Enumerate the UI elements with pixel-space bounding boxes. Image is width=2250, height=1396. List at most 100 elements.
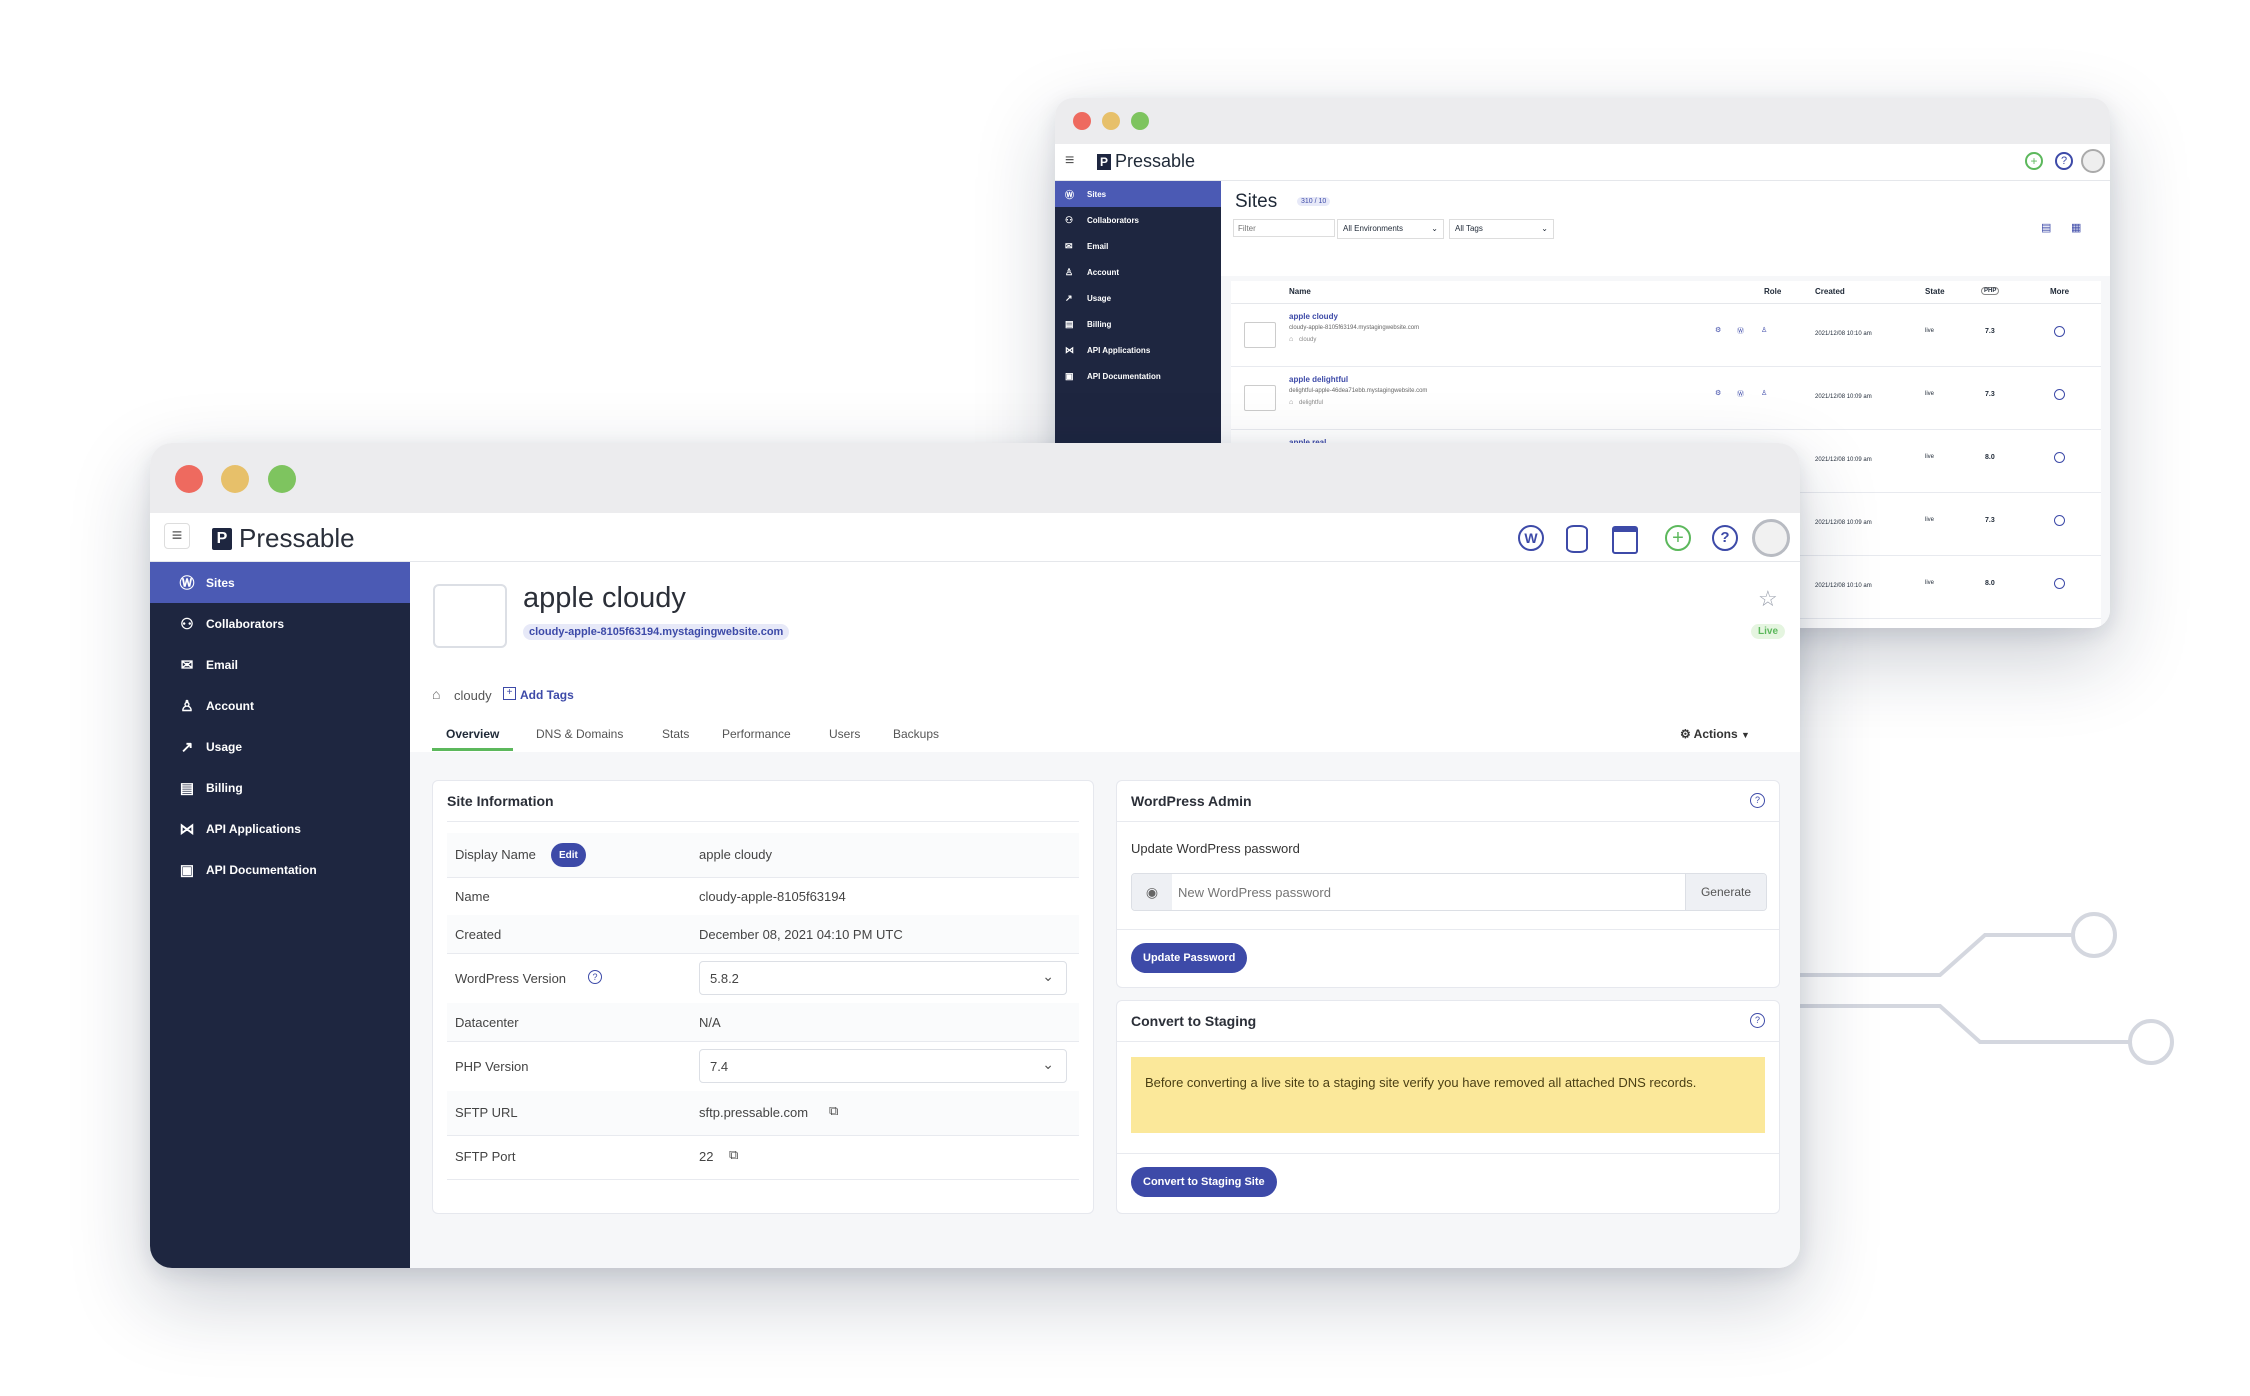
document-icon: ▤	[179, 779, 195, 797]
col-state[interactable]: State	[1925, 287, 1945, 296]
col-more[interactable]: More	[2050, 287, 2069, 296]
row-value: cloudy-apple-8105f63194	[699, 889, 846, 904]
list-view-icon[interactable]: ▤	[2041, 221, 2051, 234]
more-icon[interactable]	[2054, 389, 2065, 400]
count-badge: 310 / 10	[1297, 197, 1331, 206]
back-nav-usage[interactable]: ↗ Usage	[1055, 285, 1221, 311]
tab-stats[interactable]: Stats	[662, 720, 689, 748]
back-nav-billing[interactable]: ▤ Billing	[1055, 311, 1221, 337]
environment-select[interactable]: All Environments ⌄	[1337, 219, 1444, 239]
grid-view-icon[interactable]: ▦	[2071, 221, 2081, 234]
tags-select[interactable]: All Tags ⌄	[1449, 219, 1554, 239]
nav-api-applications[interactable]: ⋈ API Applications	[150, 808, 410, 849]
col-created[interactable]: Created	[1815, 287, 1845, 296]
help-icon[interactable]: ?	[2055, 152, 2073, 170]
user-icon[interactable]: ♙	[1761, 326, 1767, 334]
tab-dns-domains[interactable]: DNS & Domains	[536, 720, 623, 748]
copy-icon[interactable]: ⧉	[729, 1147, 738, 1163]
row-value: sftp.pressable.com	[699, 1105, 809, 1120]
tab-performance[interactable]: Performance	[722, 720, 791, 748]
nav-sites[interactable]: Ⓦ Sites	[150, 562, 410, 603]
state: live	[1925, 580, 1935, 586]
help-icon[interactable]: ?	[1712, 525, 1738, 551]
php-version-select[interactable]: 7.4 ⌄	[699, 1049, 1067, 1083]
site-name-link[interactable]: apple delightful	[1289, 375, 1348, 384]
database-icon[interactable]	[1566, 525, 1588, 553]
table-row[interactable]: apple delightful delightful-apple-46dea7…	[1231, 367, 2101, 430]
brand-logo[interactable]: P Pressable	[1097, 151, 1195, 172]
help-icon[interactable]: ?	[1750, 1013, 1765, 1028]
nav-billing[interactable]: ▤ Billing	[150, 767, 410, 808]
nav-usage[interactable]: ↗ Usage	[150, 726, 410, 767]
eye-icon[interactable]: ◉	[1132, 874, 1172, 910]
help-icon[interactable]: ?	[1750, 793, 1765, 808]
site-url-badge[interactable]: cloudy-apple-8105f63194.mystagingwebsite…	[523, 624, 790, 640]
col-role[interactable]: Role	[1764, 287, 1781, 296]
nav-collaborators[interactable]: ⚇ Collaborators	[150, 603, 410, 644]
add-site-icon[interactable]: +	[2025, 152, 2043, 170]
nav-label: Email	[1087, 241, 1109, 251]
wordpress-icon[interactable]: Ⓦ	[1737, 326, 1744, 336]
site-name-link[interactable]: apple cloudy	[1289, 312, 1338, 321]
browser-icon[interactable]	[1612, 526, 1638, 554]
hamburger-icon[interactable]: ≡	[1065, 152, 1074, 170]
more-icon[interactable]	[2054, 578, 2065, 589]
brand-logo[interactable]: P Pressable	[212, 523, 355, 554]
back-nav-collaborators[interactable]: ⚇ Collaborators	[1055, 207, 1221, 233]
convert-to-staging-button[interactable]: Convert to Staging Site	[1131, 1167, 1277, 1197]
hamburger-icon[interactable]: ≡	[164, 523, 190, 549]
card-heading: Site Information	[447, 793, 554, 809]
user-icon: ♙	[180, 697, 194, 715]
new-password-input[interactable]	[1176, 874, 1680, 910]
add-site-icon[interactable]: +	[1665, 525, 1691, 551]
info-row-wordpress-version: WordPress Version ? 5.8.2 ⌄	[447, 953, 1079, 1004]
copy-icon[interactable]: ⧉	[829, 1103, 838, 1119]
wordpress-version-select[interactable]: 5.8.2 ⌄	[699, 961, 1067, 995]
nav-account[interactable]: ♙ Account	[150, 685, 410, 726]
site-url: delightful-apple-46dea71ebb.mystagingweb…	[1289, 388, 1428, 394]
table-row[interactable]: apple cloudy cloudy-apple-8105f63194.mys…	[1231, 304, 2101, 367]
envelope-icon: ✉	[1065, 240, 1073, 251]
more-icon[interactable]	[2054, 515, 2065, 526]
minimize-dot[interactable]	[1102, 112, 1120, 130]
actions-label: Actions	[1693, 727, 1738, 741]
nav-api-documentation[interactable]: ▣ API Documentation	[150, 849, 410, 890]
add-tags-icon[interactable]: +	[503, 687, 516, 700]
col-php[interactable]: PHP	[1981, 287, 2000, 295]
more-icon[interactable]	[2054, 326, 2065, 337]
back-nav-api-documentation[interactable]: ▣ API Documentation	[1055, 363, 1221, 389]
tab-overview[interactable]: Overview	[432, 720, 514, 751]
wordpress-icon[interactable]: W	[1518, 525, 1544, 551]
actions-menu[interactable]: ⚙ Actions ▼	[1680, 720, 1750, 749]
add-tags-link[interactable]: Add Tags	[520, 688, 574, 702]
help-icon[interactable]: ?	[588, 970, 602, 984]
close-dot[interactable]	[175, 465, 203, 493]
close-dot[interactable]	[1073, 112, 1091, 130]
settings-icon[interactable]: ⚙	[1715, 326, 1721, 334]
user-icon[interactable]: ♙	[1761, 389, 1767, 397]
minimize-dot[interactable]	[221, 465, 249, 493]
update-password-button[interactable]: Update Password	[1131, 943, 1248, 973]
front-topbar: ≡ P Pressable W + ?	[150, 513, 1800, 562]
nav-email[interactable]: ✉ Email	[150, 644, 410, 685]
wordpress-icon[interactable]: Ⓦ	[1737, 389, 1744, 399]
back-nav-sites[interactable]: Ⓦ Sites	[1055, 181, 1221, 207]
generate-button[interactable]: Generate	[1685, 874, 1766, 910]
avatar[interactable]	[1752, 519, 1790, 557]
avatar[interactable]	[2081, 149, 2105, 173]
favorite-star-icon[interactable]: ☆	[1758, 586, 1778, 612]
back-nav-api-applications[interactable]: ⋈ API Applications	[1055, 337, 1221, 363]
edit-button[interactable]: Edit	[551, 843, 586, 867]
back-nav-account[interactable]: ♙ Account	[1055, 259, 1221, 285]
maximize-dot[interactable]	[268, 465, 296, 493]
maximize-dot[interactable]	[1131, 112, 1149, 130]
col-name[interactable]: Name	[1289, 287, 1311, 296]
back-nav-email[interactable]: ✉ Email	[1055, 233, 1221, 259]
filter-input[interactable]	[1233, 219, 1335, 237]
more-icon[interactable]	[2054, 452, 2065, 463]
back-titlebar	[1055, 98, 2110, 144]
php-version: 8.0	[1985, 454, 1995, 461]
tab-backups[interactable]: Backups	[893, 720, 939, 748]
tab-users[interactable]: Users	[829, 720, 860, 748]
settings-icon[interactable]: ⚙	[1715, 389, 1721, 397]
